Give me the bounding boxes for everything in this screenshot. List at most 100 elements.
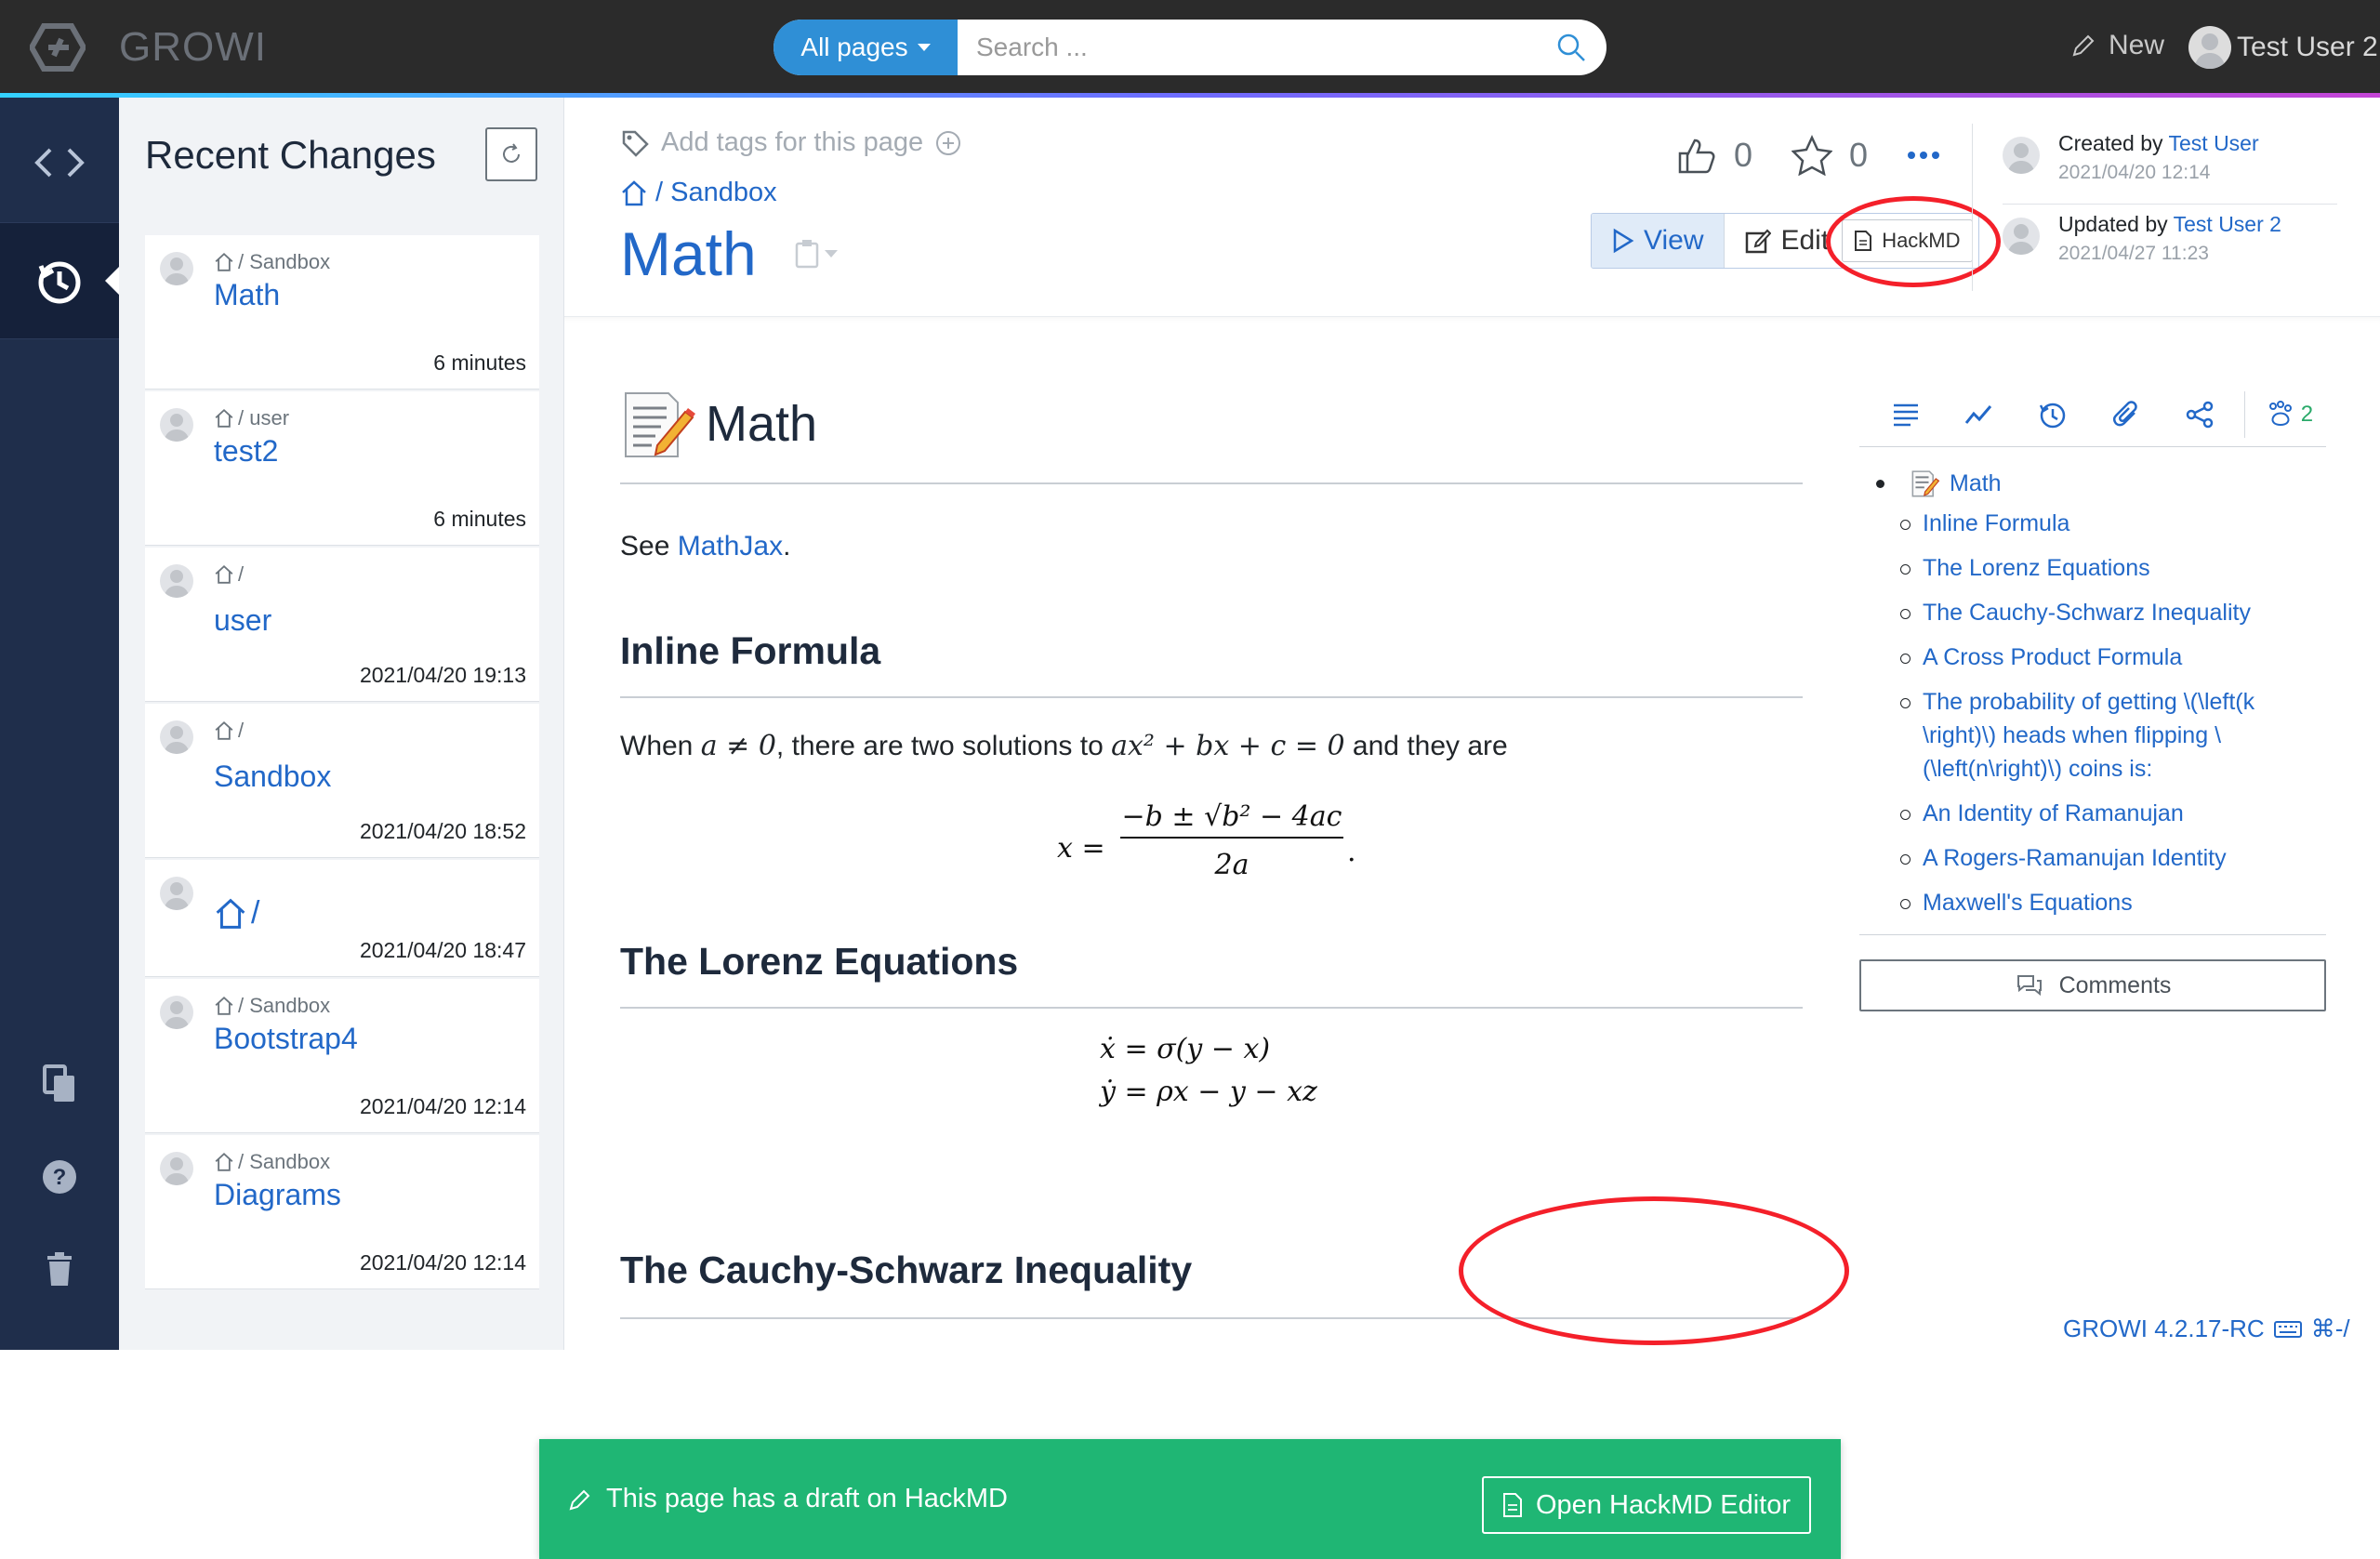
edit-mode-button[interactable]: Edit: [1725, 214, 1841, 268]
attachments-tab[interactable]: [2090, 387, 2163, 443]
page-path[interactable]: / Sandbox: [214, 250, 330, 274]
recent-change-item[interactable]: / Sandbox Bootstrap4 2021/04/20 12:14: [145, 979, 539, 1133]
creator-link[interactable]: Test User: [2169, 131, 2259, 155]
search-scope-dropdown[interactable]: All pages: [774, 20, 958, 75]
divider: [1972, 124, 1973, 291]
copy-dropdown[interactable]: [795, 239, 838, 269]
page-side-panel: 2 Math Inline Formula The Lorenz Equation…: [1859, 382, 2326, 1011]
activity-tab[interactable]: [1942, 387, 2016, 443]
page-title-link[interactable]: user: [214, 603, 271, 638]
toc-item[interactable]: A Cross Product Formula: [1900, 641, 2326, 674]
caret-down-icon: [825, 250, 838, 258]
recent-change-item[interactable]: / user 2021/04/20 19:13: [145, 548, 539, 702]
refresh-button[interactable]: [485, 127, 537, 181]
home-icon: [215, 720, 233, 740]
hackmd-mode-button[interactable]: HackMD: [1842, 219, 1973, 262]
shortcut-text: ⌘-/: [2310, 1315, 2350, 1342]
updated-prefix: Updated by: [2058, 212, 2168, 236]
mathjax-link[interactable]: MathJax: [678, 531, 783, 562]
page-title-link[interactable]: test2: [214, 434, 278, 469]
recent-change-item[interactable]: / Sandbox 2021/04/20 18:52: [145, 704, 539, 858]
thumbs-up-icon[interactable]: [1676, 135, 1717, 176]
toc-item-top[interactable]: Math: [1859, 460, 2326, 507]
recent-change-item[interactable]: / Sandbox Diagrams 2021/04/20 12:14: [145, 1135, 539, 1289]
eq-denominator: 2a: [1214, 849, 1250, 881]
page-title-link[interactable]: Bootstrap4: [214, 1022, 358, 1056]
recent-change-item[interactable]: / Sandbox Math 6 minutes: [145, 235, 539, 390]
page-path[interactable]: /: [214, 895, 259, 931]
view-mode-button[interactable]: View: [1592, 214, 1726, 268]
trash-icon: [47, 1252, 72, 1286]
search-input[interactable]: [958, 20, 1534, 75]
share-tab[interactable]: [2163, 387, 2237, 443]
page-title-link[interactable]: Diagrams: [214, 1178, 341, 1212]
home-icon: [216, 898, 245, 929]
page-title: Math: [620, 219, 757, 288]
toc-item[interactable]: The Lorenz Equations: [1900, 551, 2326, 585]
sidebar-item-trash[interactable]: [0, 1239, 119, 1301]
updated-time: 6 minutes: [433, 507, 526, 531]
toc-tab[interactable]: [1869, 387, 1942, 443]
seen-users[interactable]: 2: [2253, 387, 2326, 443]
file-text-icon: [1503, 1493, 1522, 1517]
pencil-icon: [2072, 34, 2095, 57]
hackmd-label: HackMD: [1882, 229, 1961, 252]
clipboard-icon: [795, 240, 819, 269]
page-path[interactable]: /: [214, 562, 244, 587]
updated-time: 2021/04/20 18:47: [359, 938, 526, 962]
new-label: New: [2109, 30, 2165, 60]
tags-editor[interactable]: Add tags for this page: [620, 127, 962, 158]
toc-item[interactable]: Maxwell's Equations: [1900, 886, 2326, 919]
divider: [620, 696, 1803, 698]
page-path[interactable]: /: [214, 719, 244, 743]
new-page-button[interactable]: New: [2069, 30, 2164, 61]
avatar: [160, 877, 193, 910]
page-path[interactable]: / Sandbox: [214, 1150, 330, 1174]
toc-item[interactable]: The probability of getting \(\left(k \ri…: [1900, 685, 2326, 786]
user-menu[interactable]: Test User 2: [2188, 26, 2378, 69]
eq-period: .: [1347, 836, 1356, 868]
page-title-link[interactable]: Sandbox: [214, 760, 331, 794]
history-tab[interactable]: [2016, 387, 2089, 443]
home-icon: [215, 408, 233, 428]
recent-change-item[interactable]: / user test2 6 minutes: [145, 391, 539, 546]
sidebar-item-recent[interactable]: [0, 222, 119, 339]
created-prefix: Created by: [2058, 131, 2163, 155]
growi-logo-icon[interactable]: [30, 22, 86, 73]
toc-item[interactable]: Inline Formula: [1900, 507, 2326, 540]
avatar: [160, 252, 193, 285]
recent-change-item[interactable]: / 2021/04/20 18:47: [145, 860, 539, 977]
sidebar-item-help[interactable]: ?: [0, 1146, 119, 1208]
heading-inline-formula: Inline Formula: [620, 629, 881, 672]
sidebar-item-all-pages[interactable]: [0, 1053, 119, 1115]
more-options-icon[interactable]: [1907, 151, 1940, 160]
page-title-link[interactable]: Math: [214, 278, 280, 312]
trend-icon: [1964, 404, 1991, 424]
home-icon: [215, 564, 233, 584]
tags-placeholder: Add tags for this page: [661, 127, 924, 157]
table-of-contents: Math Inline Formula The Lorenz Equations T…: [1859, 447, 2326, 1011]
page-path[interactable]: / user: [214, 406, 289, 430]
search-icon[interactable]: [1556, 33, 1586, 62]
bullet: [1876, 479, 1884, 488]
top-navbar: GROWI All pages New Test User 2: [0, 0, 2380, 98]
heading-lorenz: The Lorenz Equations: [620, 940, 1019, 983]
brand-name[interactable]: GROWI: [119, 24, 267, 71]
lorenz-line-1: ẋ = σ(y − x): [1100, 1033, 1271, 1065]
divider: [2243, 390, 2245, 438]
toc-item[interactable]: A Rogers-Ramanujan Identity: [1900, 841, 2326, 875]
toc-item[interactable]: The Cauchy-Schwarz Inequality: [1900, 596, 2326, 629]
keyboard-icon: [2273, 1320, 2302, 1338]
share-icon: [2187, 401, 2214, 428]
breadcrumb[interactable]: / Sandbox: [620, 178, 777, 208]
updater-link[interactable]: Test User 2: [2174, 212, 2281, 236]
sidebar-item-custom-sidebar[interactable]: [0, 116, 119, 209]
page-path[interactable]: / Sandbox: [214, 994, 330, 1018]
open-hackmd-editor-button[interactable]: Open HackMD Editor: [1482, 1476, 1811, 1534]
star-icon[interactable]: [1792, 135, 1833, 176]
version-text[interactable]: GROWI 4.2.17-RC: [2063, 1315, 2265, 1343]
toc-item[interactable]: An Identity of Ramanujan: [1900, 797, 2326, 830]
page-reactions: 0 0: [1676, 135, 1940, 176]
comments-button[interactable]: Comments: [1859, 959, 2326, 1011]
paperclip-icon: [2113, 400, 2137, 426]
